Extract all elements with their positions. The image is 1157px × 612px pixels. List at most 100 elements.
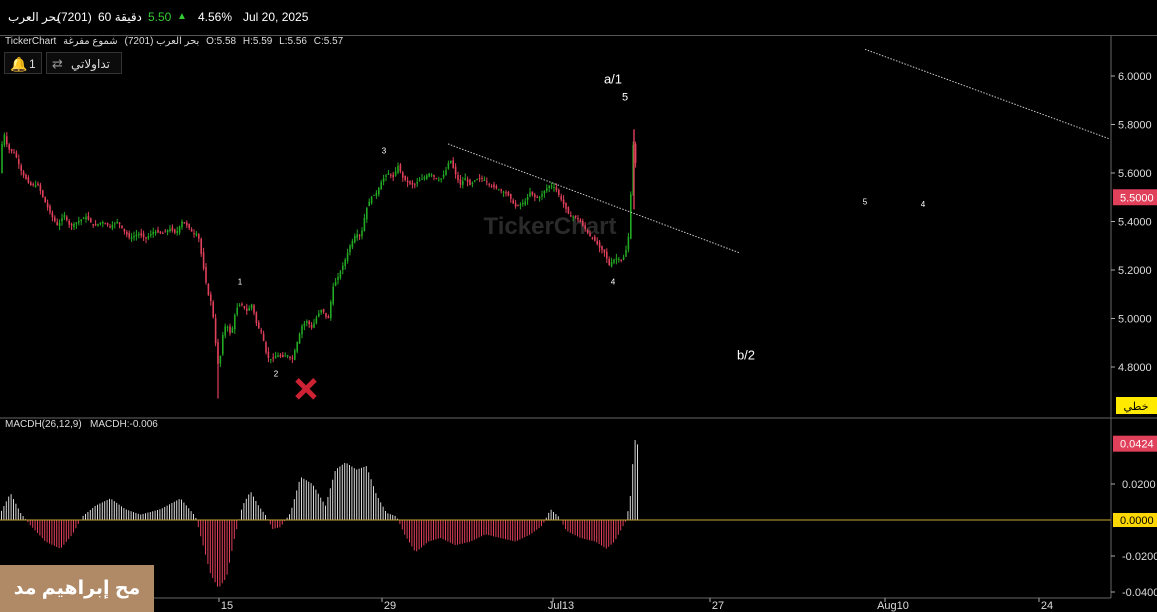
candle-body [90, 218, 92, 223]
candle [236, 303, 238, 317]
macd-bar [332, 479, 334, 520]
candle [613, 258, 615, 265]
candle-body [104, 223, 106, 225]
candle-body [111, 224, 114, 229]
candle-body [430, 174, 433, 176]
candle-body [195, 233, 198, 236]
candle-body [102, 221, 104, 224]
candle-body [56, 222, 58, 226]
candle [358, 233, 361, 240]
candle-body [620, 259, 622, 261]
candle-body [260, 330, 262, 332]
macd-bar [176, 500, 178, 520]
candle [445, 167, 447, 176]
macd-bar [490, 520, 492, 536]
candle [212, 300, 214, 319]
candle-body [363, 217, 366, 232]
candle-body [524, 201, 526, 205]
candle-body [162, 233, 164, 235]
candle [522, 199, 524, 207]
candle [152, 227, 154, 238]
candle-body [375, 192, 378, 196]
macd-bar [377, 498, 379, 520]
macd-bar [89, 509, 91, 520]
candle [10, 148, 13, 154]
candle-body [526, 197, 529, 201]
candle-body [284, 355, 286, 357]
candle-body [18, 159, 20, 165]
candle [22, 169, 25, 179]
macd-bar [440, 520, 442, 539]
candle-body [387, 173, 390, 175]
candle-body [298, 333, 301, 344]
candle-body [608, 259, 610, 265]
candle-body [214, 318, 217, 344]
candle [200, 237, 202, 257]
candle-body [130, 237, 133, 239]
candle-body [193, 232, 195, 234]
candle [289, 355, 291, 361]
candle [229, 323, 231, 336]
candle-body [570, 215, 572, 217]
candle [301, 324, 303, 339]
candle [20, 163, 22, 176]
candle-body [54, 217, 56, 222]
macd-bar [404, 520, 406, 535]
macd-bar [123, 508, 125, 520]
candle [238, 303, 241, 307]
candle [342, 262, 344, 275]
candle-body [34, 185, 37, 187]
candle [51, 210, 54, 222]
wave-label: 5 [863, 198, 868, 207]
macd-bar [413, 520, 415, 551]
candle-body [75, 222, 78, 225]
macd-bar [245, 498, 247, 520]
macd-bar [298, 481, 300, 520]
candle-body [399, 164, 402, 172]
candle [627, 232, 630, 253]
candle-body [385, 175, 387, 177]
candle-body [301, 325, 303, 335]
macd-bar [236, 520, 238, 530]
candle-body [469, 179, 471, 186]
macd-bar [327, 496, 329, 520]
candle [34, 180, 37, 188]
trendline[interactable] [864, 48, 1111, 140]
candle [154, 229, 157, 236]
macd-bar [262, 511, 264, 520]
macd-bar [87, 511, 89, 520]
macd-bar [524, 520, 526, 538]
macd-bar [61, 520, 62, 548]
candle-body [8, 144, 10, 150]
candle-body [572, 216, 574, 218]
macd-bar [620, 520, 622, 531]
candle-body [370, 196, 373, 204]
candle-body [488, 183, 490, 185]
macd-bar [387, 513, 389, 520]
macd-bar [437, 520, 439, 539]
candle-body [49, 205, 51, 213]
macd-bar [255, 500, 257, 520]
macd-bar [572, 520, 574, 534]
candle [505, 190, 507, 197]
candle-body [512, 200, 514, 204]
macd-bar [310, 483, 312, 520]
candle [567, 206, 570, 215]
candle-body [486, 181, 488, 183]
candle [135, 229, 138, 241]
candle-body [66, 216, 68, 220]
chart-canvas[interactable]: TickerChart 6.0000 5.8000 5.6000 5.4000 5.20… [0, 0, 1157, 612]
macd-bar [629, 496, 631, 520]
candle-body [596, 240, 598, 245]
candle-body [325, 312, 327, 317]
candle-body [135, 234, 138, 237]
candle-body [133, 236, 135, 238]
macd-bar [63, 520, 65, 545]
candle-body [337, 276, 339, 281]
macd-bar [200, 520, 202, 537]
candle [478, 174, 481, 182]
candle-body [344, 259, 346, 266]
macd-bar [497, 520, 499, 538]
macd-bar [459, 520, 461, 545]
macd-bar [469, 520, 470, 542]
